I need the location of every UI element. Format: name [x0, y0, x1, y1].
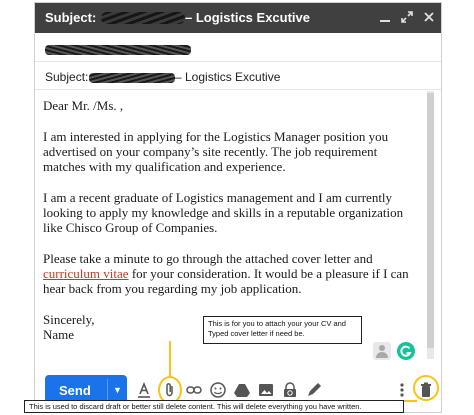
message-body[interactable]: Dear Mr. /Ms. , I am interested in apply… — [43, 98, 415, 342]
signature-icon[interactable] — [305, 381, 323, 399]
emoji-icon[interactable] — [209, 381, 227, 399]
to-field[interactable] — [35, 37, 441, 62]
grammarly-icon[interactable] — [397, 342, 415, 360]
title-redacted-text — [101, 12, 185, 24]
para3-before: Please take a minute to go through the a… — [43, 251, 373, 266]
expand-icon[interactable] — [399, 9, 415, 25]
subject-suffix: – Logistics Excutive — [175, 70, 281, 84]
compose-window: Subject: – Logistics Excutive Subject: –… — [34, 2, 442, 413]
greeting: Dear Mr. /Ms. , — [43, 98, 124, 113]
curriculum-vitae-link[interactable]: curriculum vitae — [43, 266, 129, 281]
minimize-icon[interactable] — [377, 9, 393, 25]
discard-callout: This is used to discard draft or better … — [24, 400, 404, 413]
vertical-scrollbar[interactable] — [427, 91, 434, 359]
subject-field[interactable]: Subject: – Logistics Excutive — [35, 65, 441, 90]
discard-callout-line — [403, 400, 417, 402]
link-icon[interactable] — [185, 381, 203, 399]
body-paragraph-3: Please take a minute to go through the a… — [43, 251, 415, 296]
photo-icon[interactable] — [257, 381, 275, 399]
subject-label: Subject: — [45, 70, 89, 84]
format-text-icon[interactable] — [135, 381, 153, 399]
close-icon[interactable] — [421, 9, 437, 25]
title-subject-prefix: Subject: — [45, 10, 97, 25]
scrollbar-thumb[interactable] — [427, 93, 434, 348]
discard-highlight-ring — [413, 375, 439, 401]
recipient-redacted — [45, 45, 191, 55]
body-paragraph-1: I am interested in applying for the Logi… — [43, 129, 389, 174]
person-icon[interactable] — [373, 342, 391, 360]
title-subject-suffix: – Logistics Excutive — [185, 10, 310, 25]
compose-titlebar[interactable]: Subject: – Logistics Excutive — [35, 3, 441, 33]
attach-callout: This is for you to attach your your CV a… — [203, 316, 362, 344]
more-options-icon[interactable] — [393, 381, 411, 399]
drive-icon[interactable] — [233, 381, 251, 399]
subject-redacted — [89, 73, 175, 83]
body-paragraph-2: I am a recent graduate of Logistics mana… — [43, 190, 404, 235]
send-button[interactable]: Send — [59, 383, 91, 398]
confidential-icon[interactable] — [281, 381, 299, 399]
attach-callout-line — [169, 341, 171, 376]
